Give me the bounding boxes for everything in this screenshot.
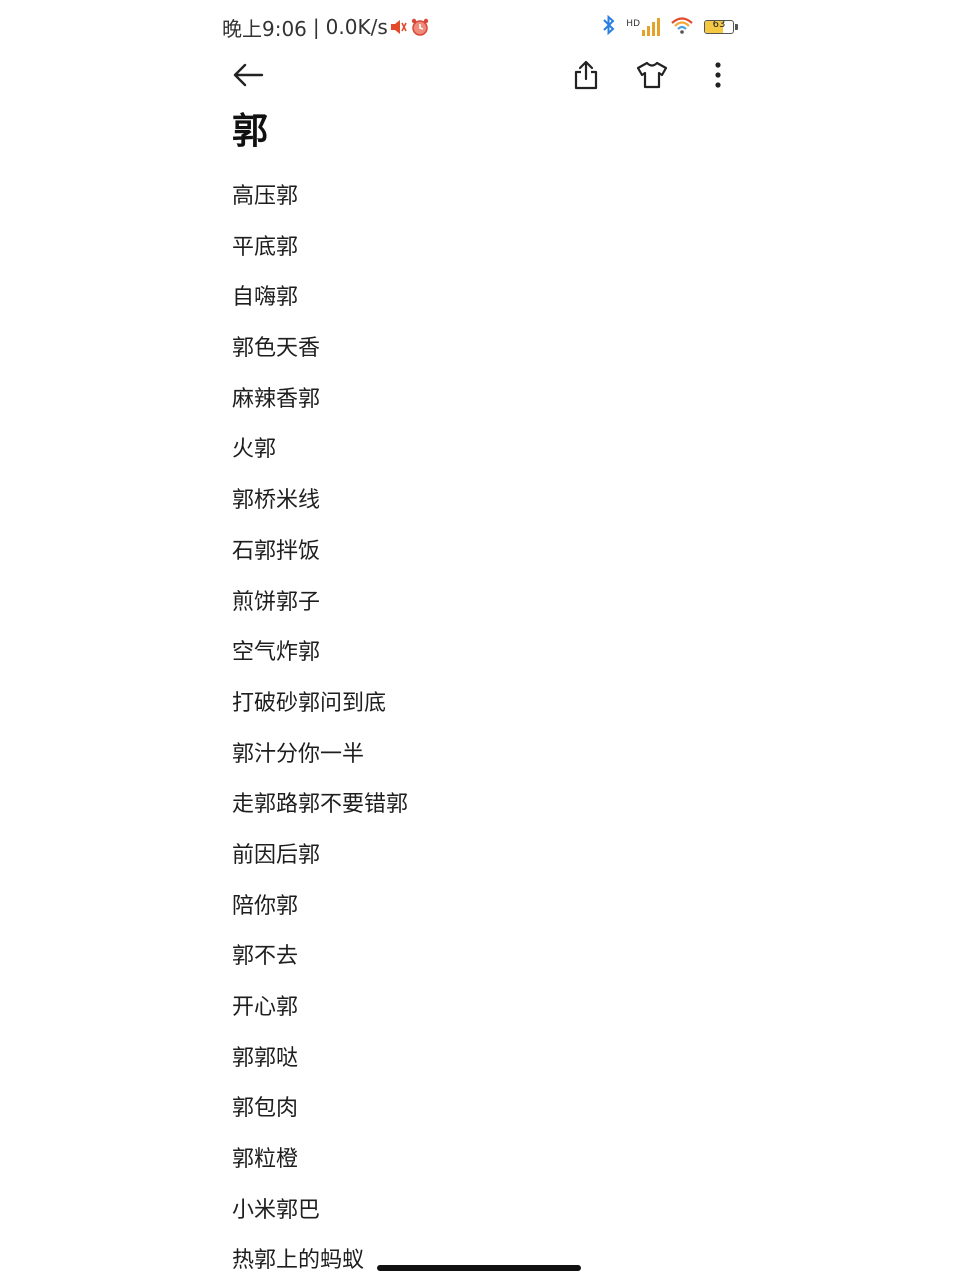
battery-text: 63 (712, 20, 726, 30)
note-line: 郭包肉 (232, 1096, 299, 1122)
note-line: 陪你郭 (232, 893, 299, 919)
note-line: 煎饼郭子 (232, 589, 321, 615)
note-line: 前因后郭 (232, 842, 321, 868)
note-line: 高压郭 (232, 184, 299, 209)
note-line: 热郭上的蚂蚁 (232, 1248, 365, 1274)
note-line: 郭粒橙 (232, 1147, 299, 1173)
back-button[interactable] (224, 50, 272, 100)
hd-label: HD (626, 19, 640, 29)
theme-button[interactable] (628, 50, 676, 100)
note-line: 开心郭 (232, 995, 299, 1020)
signal-bars-icon (642, 18, 660, 36)
share-icon (574, 60, 598, 90)
status-left: 晚上9:06 | 0.0K/s (222, 13, 430, 42)
bluetooth-icon (602, 14, 616, 40)
note-title[interactable]: 郭 (232, 104, 268, 160)
note-line: 火郭 (232, 437, 277, 463)
note-line: 石郭拌饭 (232, 538, 321, 564)
battery-icon: 63 (704, 20, 738, 34)
note-toolbar (222, 50, 738, 100)
note-line: 麻辣香郭 (232, 386, 321, 412)
note-line: 小米郭巴 (232, 1197, 321, 1223)
note-line: 空气炸郭 (232, 640, 321, 666)
note-line: 郭汁分你一半 (232, 741, 365, 767)
note-line: 走郭路郭不要错郭 (232, 792, 409, 818)
tshirt-icon (636, 61, 668, 89)
note-line: 打破砂郭问到底 (232, 690, 387, 716)
cell-signal: HD (626, 18, 660, 36)
note-line: 平底郭 (232, 234, 299, 260)
note-line: 郭桥米线 (232, 488, 321, 514)
note-line: 郭不去 (232, 944, 299, 970)
share-button[interactable] (562, 50, 610, 100)
note-line: 郭色天香 (232, 336, 321, 362)
status-right: HD 63 (602, 14, 738, 40)
speaker-icon (390, 19, 408, 35)
note-body[interactable]: 高压郭平底郭自嗨郭郭色天香麻辣香郭火郭郭桥米线石郭拌饭煎饼郭子空气炸郭打破砂郭问… (232, 172, 408, 1287)
wifi-icon (670, 16, 694, 38)
status-bar: 晚上9:06 | 0.0K/s HD 63 (222, 12, 738, 42)
status-separator: | (312, 15, 320, 39)
alarm-clock-icon (410, 17, 430, 37)
note-line: 自嗨郭 (232, 285, 299, 311)
note-line: 郭郭哒 (232, 1045, 299, 1071)
more-button[interactable] (694, 50, 742, 100)
network-speed: 0.0K/s (325, 15, 388, 39)
status-time: 晚上9:06 (222, 16, 307, 41)
home-indicator[interactable] (377, 1265, 581, 1271)
more-vertical-icon (715, 62, 721, 88)
back-arrow-icon (233, 63, 264, 87)
